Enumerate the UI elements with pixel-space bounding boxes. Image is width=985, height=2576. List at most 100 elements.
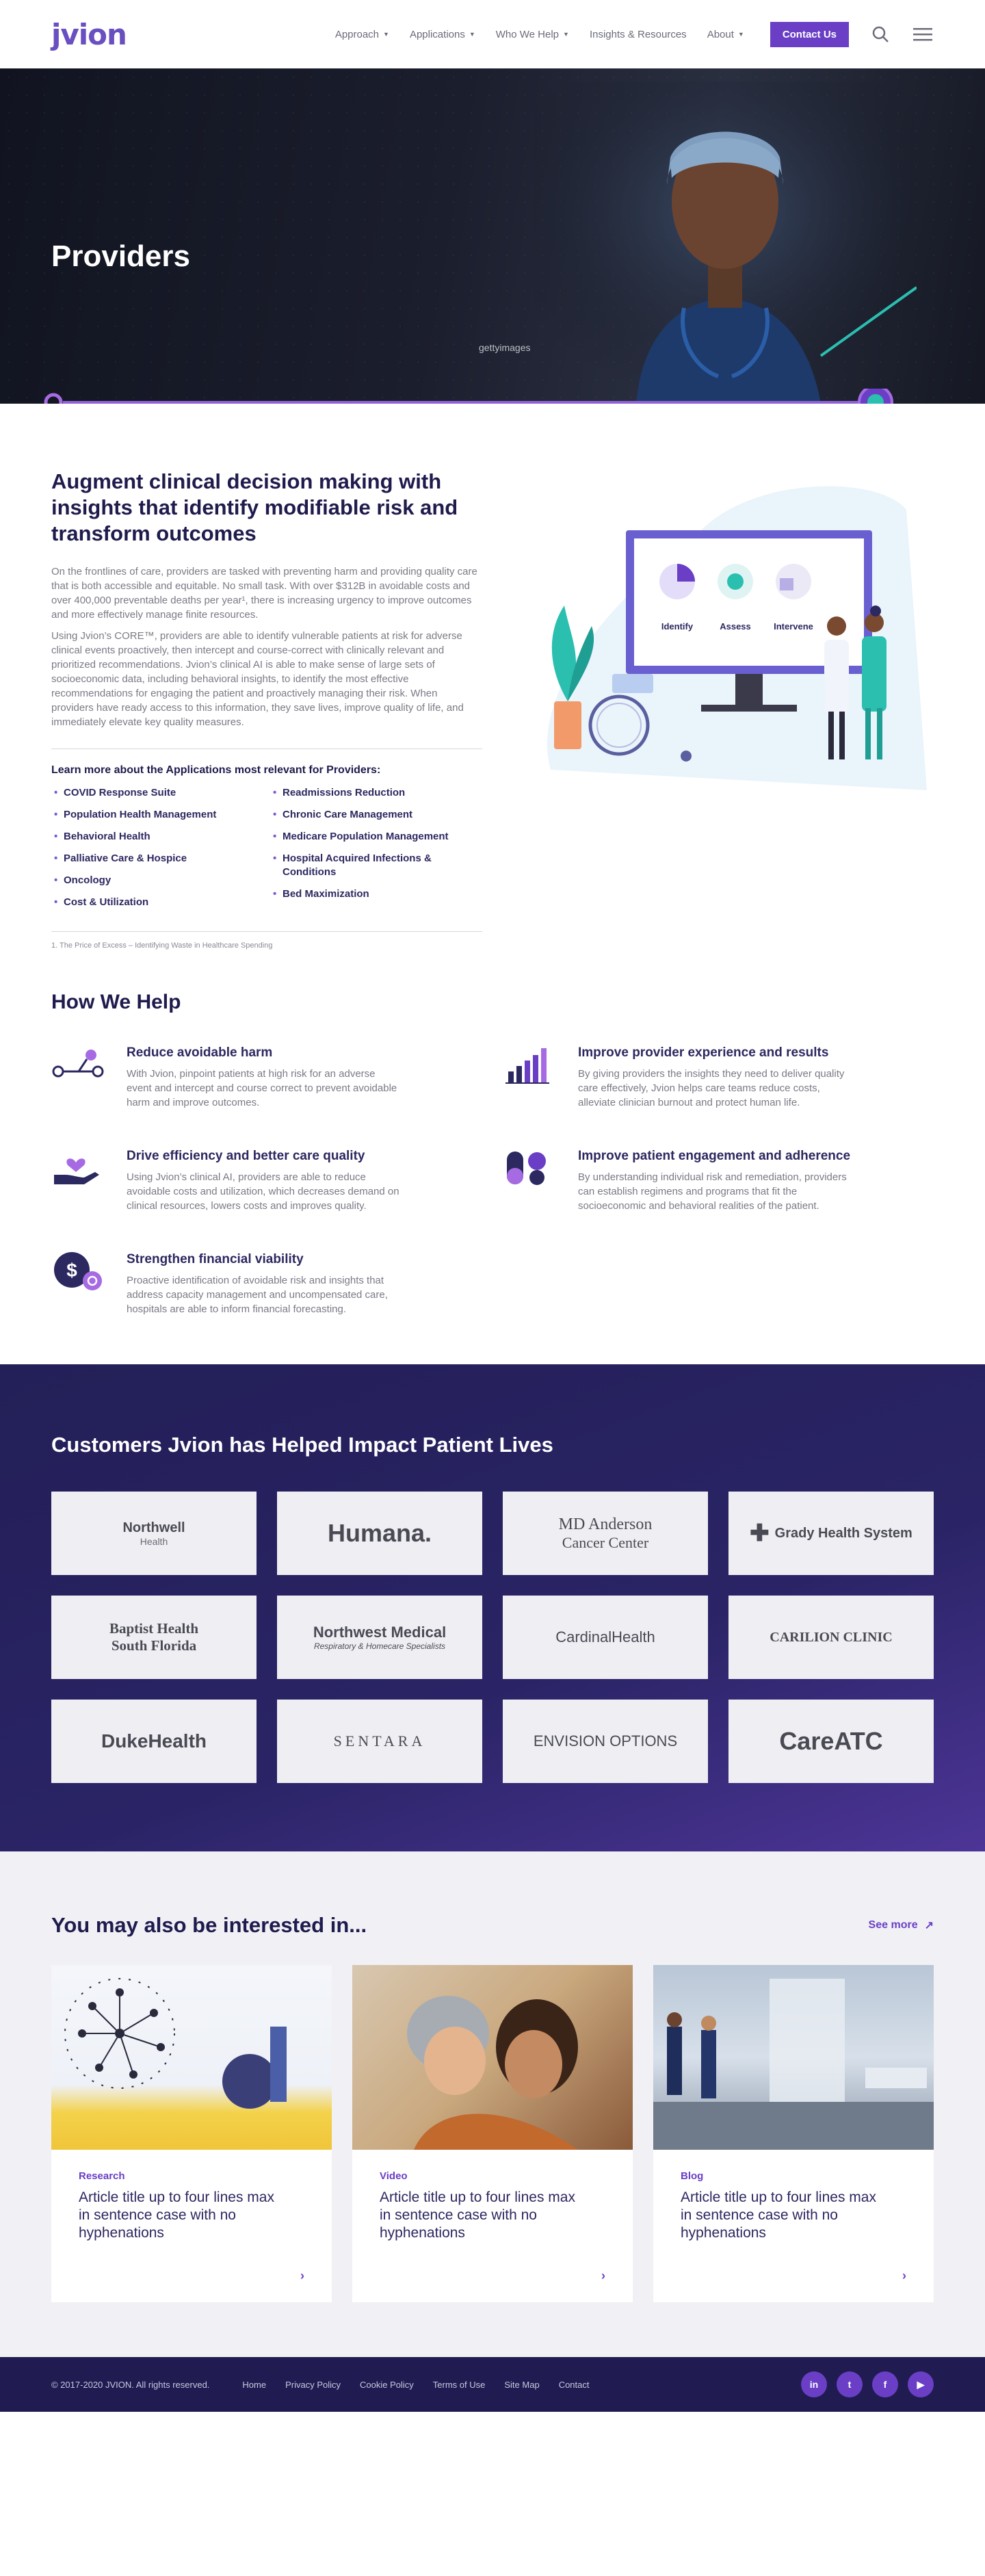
related-card[interactable]: Video Article title up to four lines max… (352, 1965, 633, 2302)
menu-icon[interactable] (912, 23, 934, 45)
card-image (51, 1965, 332, 2150)
chevron-down-icon: ▼ (737, 31, 744, 38)
footer-link-terms[interactable]: Terms of Use (433, 2380, 486, 2390)
intro-content: Augment clinical decision making with in… (51, 469, 482, 950)
application-link[interactable]: Bed Maximization (270, 887, 482, 901)
nav-approach[interactable]: Approach ▼ (335, 29, 389, 40)
applications-heading: Learn more about the Applications most r… (51, 764, 381, 776)
nav-insights-resources[interactable]: Insights & Resources (590, 29, 687, 40)
site-header: jvion Approach ▼ Applications ▼ Who We Hel… (0, 0, 985, 68)
application-link[interactable]: COVID Response Suite (51, 786, 270, 800)
footer-link-cookie[interactable]: Cookie Policy (360, 2380, 414, 2390)
how-we-help-section: How We Help Reduce avoidable harm With J… (0, 950, 985, 1364)
section-title: Customers Jvion has Helped Impact Patien… (51, 1433, 553, 1457)
customer-logo-northwell: Northwell Health (51, 1492, 257, 1575)
help-item: Improve patient engagement and adherence… (503, 1147, 913, 1213)
hero-banner: gettyimages Providers (0, 68, 985, 404)
illustration-label-assess: Assess (720, 621, 751, 632)
related-card[interactable]: Blog Article title up to four lines max … (653, 1965, 934, 2302)
application-link[interactable]: Readmissions Reduction (270, 786, 482, 800)
copyright-text: © 2017-2020 JVION. All rights reserved. (51, 2379, 210, 2390)
section-title: You may also be interested in... (51, 1913, 367, 1937)
intro-heading: Augment clinical decision making with in… (51, 469, 458, 545)
jvion-logo[interactable]: jvion (51, 18, 127, 51)
related-content-section: You may also be interested in... See mor… (0, 1851, 985, 2357)
linkedin-icon[interactable]: in (801, 2371, 827, 2397)
card-category: Blog (681, 2170, 704, 2182)
chevron-right-icon: › (902, 2269, 906, 2282)
intro-illustration: Identify Assess Intervene (523, 469, 934, 790)
footnote: 1. The Price of Excess – Identifying Was… (51, 931, 482, 950)
twitter-icon[interactable]: t (837, 2371, 863, 2397)
card-category: Video (380, 2170, 408, 2182)
card-title: Article title up to four lines max in se… (79, 2189, 274, 2241)
footer-link-privacy[interactable]: Privacy Policy (285, 2380, 341, 2390)
contact-us-button[interactable]: Contact Us (770, 21, 849, 47)
application-link[interactable]: Population Health Management (51, 808, 270, 822)
facebook-icon[interactable]: f (872, 2371, 898, 2397)
illustration-label-identify: Identify (661, 621, 694, 632)
logo-text: SENTARA (333, 1732, 426, 1749)
help-item: Drive efficiency and better care quality… (51, 1147, 503, 1213)
cross-icon: ✚ (750, 1520, 770, 1546)
application-link[interactable]: Cost & Utilization (51, 896, 270, 909)
logo-text: Health (140, 1535, 168, 1547)
footer-link-contact[interactable]: Contact (559, 2380, 590, 2390)
site-footer: © 2017-2020 JVION. All rights reserved. … (0, 2357, 985, 2412)
help-item: Reduce avoidable harm With Jvion, pinpoi… (51, 1044, 503, 1110)
application-link[interactable]: Hospital Acquired Infections & Condition… (270, 852, 482, 879)
related-cards: Research Article title up to four lines … (51, 1965, 934, 2302)
help-item-text: Proactive identification of avoidable ri… (127, 1275, 388, 1315)
intro-section: Augment clinical decision making with in… (0, 404, 985, 950)
footer-links: Home Privacy Policy Cookie Policy Terms … (242, 2380, 589, 2390)
card-image (653, 1965, 934, 2150)
customer-logo-sentara: SENTARA (277, 1700, 482, 1783)
logo-text: CareATC (779, 1727, 883, 1755)
chevron-down-icon: ▼ (563, 31, 569, 38)
logo-text: MD Anderson (558, 1515, 653, 1533)
logo-text: Respiratory & Homecare Specialists (313, 1641, 446, 1651)
applications-list: COVID Response Suite Population Health M… (51, 786, 482, 918)
watermark-text: gettyimages (479, 342, 531, 353)
pills-icon (507, 1152, 546, 1185)
nav-label: Approach (334, 28, 380, 40)
application-link[interactable]: Chronic Care Management (270, 808, 482, 822)
customer-logo-humana: Humana. (277, 1492, 482, 1575)
customer-logo-carilion: CARILION CLINIC (728, 1596, 934, 1679)
application-link[interactable]: Medicare Population Management (270, 830, 482, 844)
intro-paragraph: Using Jvion’s CORE™, providers are able … (51, 630, 464, 728)
section-title: How We Help (51, 991, 181, 1013)
hero-progress-line (44, 389, 893, 404)
youtube-icon[interactable]: ▶ (908, 2371, 934, 2397)
customer-logo-northwest-medical: Northwest Medical Respiratory & Homecare … (277, 1596, 482, 1679)
nav-about[interactable]: About ▼ (707, 29, 744, 40)
nav-applications[interactable]: Applications ▼ (410, 29, 475, 40)
logo-text: Grady Health System (774, 1525, 912, 1541)
help-item-text: Using Jvion’s clinical AI, providers are… (127, 1171, 399, 1212)
customer-logo-duke: DukeHealth (51, 1700, 257, 1783)
footer-link-home[interactable]: Home (242, 2380, 266, 2390)
nav-who-we-help[interactable]: Who We Help ▼ (496, 29, 569, 40)
help-item: $ Strengthen financial viability Proacti… (51, 1251, 503, 1316)
footer-link-sitemap[interactable]: Site Map (504, 2380, 539, 2390)
customers-section: Customers Jvion has Helped Impact Patien… (0, 1364, 985, 1851)
arrow-up-right-icon: ↗ (924, 1920, 934, 1931)
related-card[interactable]: Research Article title up to four lines … (51, 1965, 332, 2302)
customer-logo-envision: ENVISION OPTIONS (503, 1700, 708, 1783)
chevron-right-icon: › (601, 2269, 605, 2282)
nav-label: Who We Help (495, 28, 560, 40)
application-link[interactable]: Oncology (51, 874, 270, 887)
see-more-link[interactable]: See more ↗ (869, 1918, 934, 1932)
customer-logo-cardinal: CardinalHealth (503, 1596, 708, 1679)
help-item-title: Drive efficiency and better care quality (127, 1149, 365, 1163)
help-item-title: Improve patient engagement and adherence (578, 1149, 851, 1163)
search-icon[interactable] (869, 23, 891, 45)
see-more-label: See more (868, 1919, 918, 1931)
help-item-text: By understanding individual risk and rem… (578, 1171, 847, 1212)
logo-text: Humana. (327, 1519, 432, 1547)
clinicians-illustration: Identify Assess Intervene (547, 486, 927, 790)
help-item-title: Improve provider experience and results (578, 1045, 829, 1060)
help-item: Improve provider experience and results … (503, 1044, 913, 1110)
application-link[interactable]: Palliative Care & Hospice (51, 852, 270, 866)
application-link[interactable]: Behavioral Health (51, 830, 270, 844)
